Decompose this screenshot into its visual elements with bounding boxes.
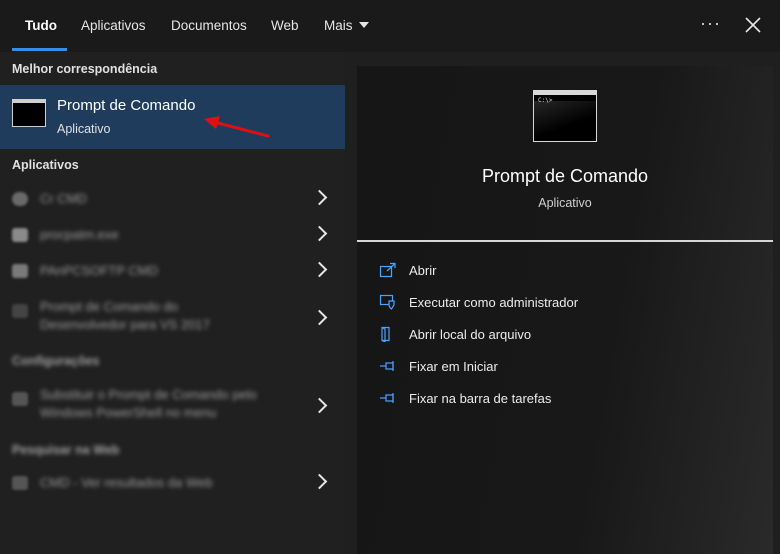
chevron-right-icon[interactable] xyxy=(311,473,328,490)
shield-icon xyxy=(379,294,395,310)
web-result[interactable]: CMD - Ver resultados da Web xyxy=(0,466,345,500)
tab-web[interactable]: Web xyxy=(271,0,299,52)
pin-icon xyxy=(380,361,394,371)
app-result-label: procpatm.exe xyxy=(40,227,119,242)
action-open[interactable]: Abrir xyxy=(379,260,759,282)
tab-aplicativos[interactable]: Aplicativos xyxy=(81,0,146,52)
red-arrow-annotation-icon xyxy=(204,116,270,138)
ellipsis-icon[interactable]: ··· xyxy=(700,13,721,34)
preview-subtitle: Aplicativo xyxy=(538,196,592,210)
action-pin-to-start[interactable]: Fixar em Iniciar xyxy=(379,356,759,378)
settings-icon xyxy=(12,392,28,406)
divider xyxy=(357,240,773,242)
results-pane: Melhor correspondência Prompt de Comando… xyxy=(0,52,345,554)
settings-result-label: Substituir o Prompt de Comando pelo Wind… xyxy=(40,387,257,420)
close-icon[interactable] xyxy=(742,14,764,36)
settings-result[interactable]: Substituir o Prompt de Comando pelo Wind… xyxy=(0,384,345,428)
app-result[interactable]: PAnPCSOFTP CMD xyxy=(0,254,345,288)
apps-heading: Aplicativos xyxy=(12,158,79,172)
chevron-right-icon[interactable] xyxy=(311,397,328,414)
chevron-right-icon[interactable] xyxy=(311,309,328,326)
command-prompt-icon xyxy=(12,99,46,127)
chevron-right-icon[interactable] xyxy=(311,189,328,206)
best-match-result[interactable]: Prompt de Comando Aplicativo xyxy=(0,85,345,149)
command-prompt-icon: C:\> xyxy=(533,90,597,142)
chevron-down-icon xyxy=(358,22,369,28)
app-result-label: Prompt de Comando do Desenvolvedor para … xyxy=(40,299,210,332)
tab-tudo[interactable]: Tudo xyxy=(25,0,57,52)
chevron-right-icon[interactable] xyxy=(311,261,328,278)
open-icon xyxy=(379,262,396,278)
action-open-file-location[interactable]: Abrir local do arquivo xyxy=(379,324,759,346)
settings-heading: Configurações xyxy=(12,354,100,368)
tab-documentos[interactable]: Documentos xyxy=(171,0,247,52)
file-location-icon xyxy=(381,326,390,342)
preview-title: Prompt de Comando xyxy=(481,166,649,186)
app-result[interactable]: procpatm.exe xyxy=(0,218,345,252)
preview-pane: C:\> Prompt de Comando Aplicativo Abrir … xyxy=(357,66,773,554)
search-icon xyxy=(12,476,28,490)
app-icon xyxy=(12,228,28,242)
action-run-as-admin[interactable]: Executar como administrador xyxy=(379,292,759,314)
web-search-heading: Pesquisar na Web xyxy=(12,443,120,457)
action-label: Executar como administrador xyxy=(409,295,579,310)
tab-mais[interactable]: Mais xyxy=(324,0,369,52)
action-label: Fixar na barra de tarefas xyxy=(409,391,552,406)
app-result-label: Cr CMD xyxy=(40,191,87,206)
action-label: Abrir local do arquivo xyxy=(409,327,532,342)
app-icon xyxy=(12,304,28,318)
best-match-title: Prompt de Comando xyxy=(57,97,196,114)
app-result-label: PAnPCSOFTP CMD xyxy=(40,263,158,278)
active-tab-indicator xyxy=(12,48,67,51)
pin-icon xyxy=(380,393,394,403)
action-pin-to-taskbar[interactable]: Fixar na barra de tarefas xyxy=(379,388,759,410)
app-result[interactable]: Cr CMD xyxy=(0,182,345,216)
best-match-subtitle: Aplicativo xyxy=(57,122,111,136)
best-match-heading: Melhor correspondência xyxy=(12,62,158,76)
chevron-right-icon[interactable] xyxy=(311,225,328,242)
action-label: Fixar em Iniciar xyxy=(409,359,498,374)
action-label: Abrir xyxy=(409,263,437,278)
app-icon xyxy=(12,264,28,278)
app-result[interactable]: Prompt de Comando do Desenvolvedor para … xyxy=(0,296,345,340)
search-filter-bar: Tudo Aplicativos Documentos Web Mais ··· xyxy=(0,0,780,52)
tab-mais-label: Mais xyxy=(324,18,353,33)
web-result-label: CMD - Ver resultados da Web xyxy=(40,475,213,490)
app-icon xyxy=(12,192,28,206)
